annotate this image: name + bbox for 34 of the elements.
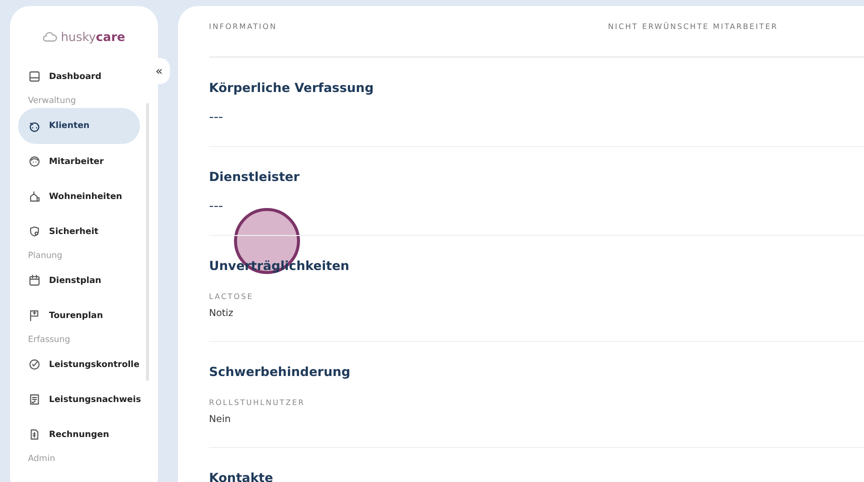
field-value: Nein [209, 413, 232, 427]
flag-icon [28, 309, 41, 322]
nav-item[interactable]: Leistungskontrolle [18, 347, 140, 382]
group-label: Verwaltung [27, 95, 77, 108]
empty-value: --- [209, 198, 224, 216]
nav-item[interactable]: Leistungsnachweis [18, 382, 140, 417]
empty-value: --- [209, 109, 224, 127]
nav-item[interactable]: Dashboard [18, 59, 140, 94]
face-icon [28, 155, 41, 168]
shield-icon [28, 225, 41, 238]
calendar-icon [28, 274, 41, 287]
document-icon [28, 428, 41, 441]
checklist-icon [28, 393, 41, 406]
face-icon [28, 120, 41, 132]
section-title: Körperliche Verfassung [209, 79, 375, 97]
section-title: Schwerbehinderung [209, 363, 352, 381]
house-icon [28, 190, 41, 203]
group-label: Planung [27, 250, 64, 263]
nav-item[interactable]: Klienten [18, 108, 140, 144]
nav-item[interactable]: Dienstplan [18, 263, 140, 298]
logo: huskycare [60, 30, 126, 44]
nav-item[interactable]: Mitarbeiter [18, 144, 140, 179]
group-label: Erfassung [27, 334, 72, 347]
nav-item[interactable]: Sicherheit [18, 214, 140, 249]
nav-item[interactable]: Tourenplan [18, 298, 140, 333]
cloud-icon [42, 31, 57, 43]
panel-icon [28, 70, 41, 83]
check-circle-icon [28, 358, 41, 371]
nav-item[interactable]: Wohneinheiten [18, 179, 140, 214]
section-title: Dienstleister [209, 168, 301, 186]
group-label: Admin [27, 453, 56, 466]
field-value: Notiz [209, 307, 234, 321]
nav-item[interactable]: Rechnungen [18, 417, 140, 452]
section-title: Kontakte [209, 469, 274, 482]
